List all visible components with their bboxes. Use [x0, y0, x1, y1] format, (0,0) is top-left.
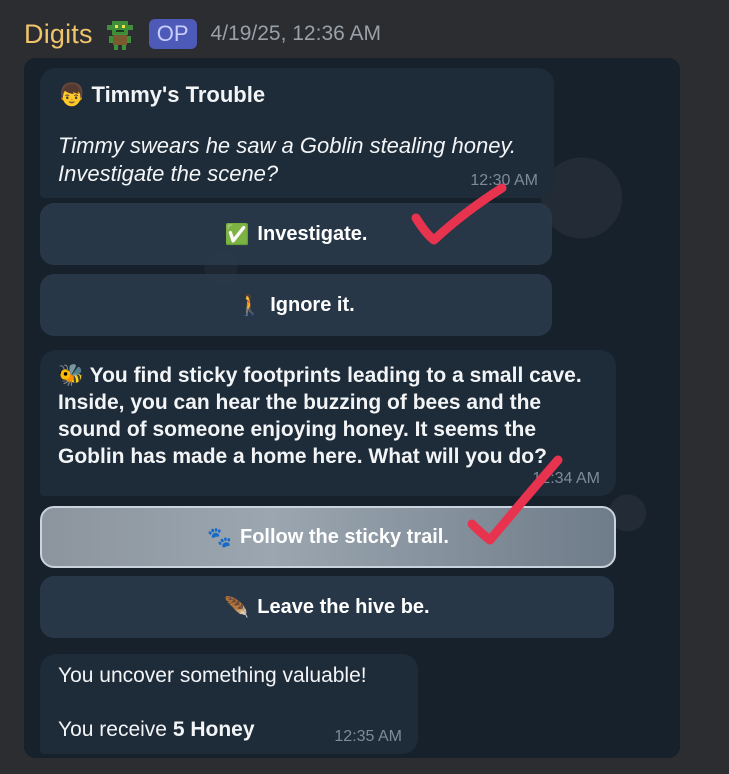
- reward-prefix: You receive: [58, 718, 173, 741]
- button-label: Follow the sticky trail.: [239, 525, 449, 548]
- message-time: 12:35 AM: [334, 728, 402, 745]
- message-bubble-timmys-trouble: 👦 Timmy's Trouble Timmy swears he saw a …: [40, 68, 554, 198]
- embedded-chat-screenshot: 👦 Timmy's Trouble Timmy swears he saw a …: [24, 58, 680, 758]
- investigate-button[interactable]: ✅ Investigate.: [40, 203, 552, 265]
- paw-prints-icon: 🐾: [207, 526, 232, 549]
- leave-hive-button[interactable]: 🪶 Leave the hive be.: [40, 576, 614, 638]
- message-bubble-sticky-footprints: 🐝 You find sticky footprints leading to …: [40, 350, 616, 496]
- bee-emoji-icon: 🐝: [58, 364, 85, 387]
- body-text: You find sticky footprints leading to a …: [58, 364, 582, 468]
- message-time: 12:30 AM: [470, 172, 538, 189]
- message-body: 🐝 You find sticky footprints leading to …: [58, 362, 606, 470]
- reward-line-2: You receive 5 Honey: [58, 718, 255, 742]
- message-timestamp: 4/19/25, 12:36 AM: [210, 22, 381, 45]
- message-header: Digits OP 4/19/25, 12:36 AM: [24, 14, 381, 54]
- goblin-emoji-icon: [106, 21, 133, 50]
- ignore-button[interactable]: 🚶 Ignore it.: [40, 274, 552, 336]
- follow-trail-button[interactable]: 🐾 Follow the sticky trail.: [40, 506, 616, 568]
- reward-amount: 5 Honey: [172, 718, 255, 741]
- title-text: Timmy's Trouble: [91, 82, 266, 107]
- op-badge: OP: [148, 19, 197, 49]
- message-bubble-reward: You uncover something valuable! You rece…: [40, 654, 418, 754]
- check-mark-icon: ✅: [224, 223, 250, 246]
- walking-person-icon: 🚶: [237, 294, 263, 317]
- feather-icon: 🪶: [224, 596, 250, 619]
- button-label: Leave the hive be.: [257, 595, 430, 618]
- boy-emoji-icon: 👦: [58, 82, 86, 107]
- button-label: Ignore it.: [270, 293, 355, 316]
- message-time: 12:34 AM: [532, 470, 600, 487]
- message-title: 👦 Timmy's Trouble: [58, 82, 265, 108]
- username[interactable]: Digits: [24, 19, 93, 50]
- button-label: Investigate.: [257, 222, 368, 245]
- reward-line-1: You uncover something valuable!: [58, 664, 367, 687]
